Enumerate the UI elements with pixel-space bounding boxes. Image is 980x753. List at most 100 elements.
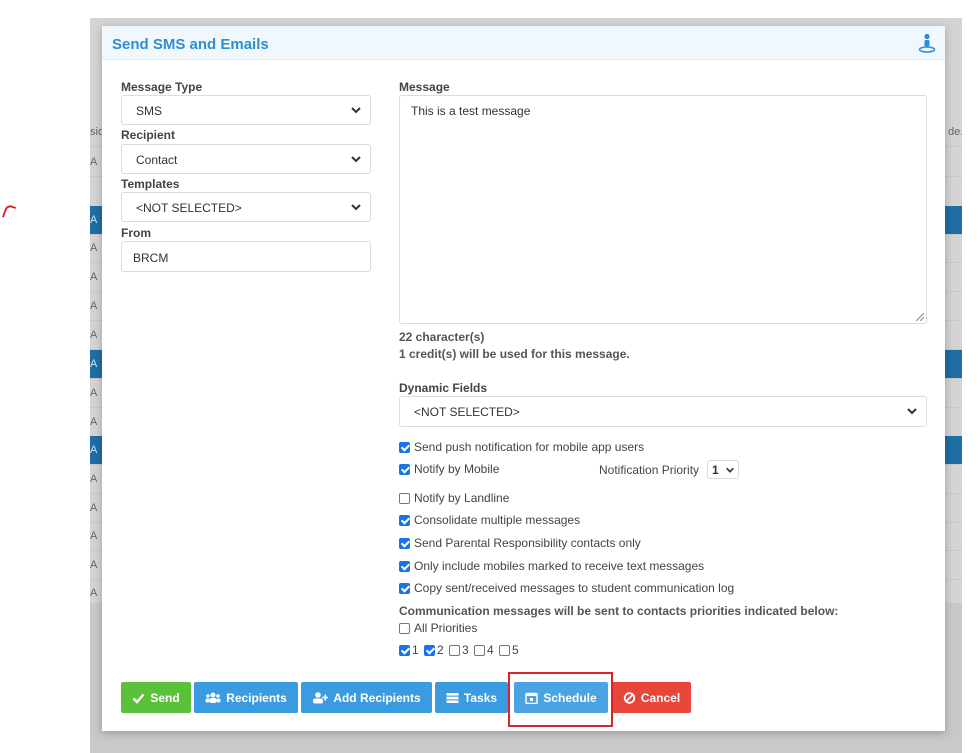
- modal-header: Send SMS and Emails: [102, 26, 945, 60]
- option-label: Send Parental Responsibility contacts on…: [414, 536, 641, 550]
- checkbox[interactable]: [399, 560, 410, 572]
- templates-select[interactable]: <NOT SELECTED>: [121, 192, 371, 222]
- recipient-value: Contact: [136, 153, 178, 167]
- send-button-label: Send: [150, 690, 180, 705]
- notification-priority-label: Notification Priority: [599, 463, 700, 477]
- checkbox[interactable]: [399, 644, 410, 656]
- message-type-label: Message Type: [121, 80, 203, 94]
- checkbox[interactable]: [399, 537, 410, 549]
- character-count: 22 character(s): [399, 330, 485, 344]
- send-button[interactable]: Send: [121, 682, 191, 713]
- chevron-down-icon: [726, 467, 734, 473]
- all-priorities-option[interactable]: All Priorities: [399, 621, 477, 635]
- recipient-select[interactable]: Contact: [121, 144, 371, 174]
- notification-priority-select[interactable]: 1: [707, 460, 739, 479]
- tasks-button[interactable]: Tasks: [435, 682, 508, 713]
- priority-option-5[interactable]: 5: [499, 643, 519, 657]
- option-notify-landline[interactable]: Notify by Landline: [399, 491, 509, 505]
- checkbox[interactable]: [424, 644, 435, 656]
- communication-priorities-label: Communication messages will be sent to c…: [399, 604, 839, 618]
- priority-option-3[interactable]: 3: [449, 643, 469, 657]
- add-recipients-button[interactable]: Add Recipients: [301, 682, 432, 713]
- priority-label: 5: [512, 643, 519, 657]
- option-label: Consolidate multiple messages: [414, 513, 581, 527]
- option-label: Send push notification for mobile app us…: [414, 440, 645, 454]
- message-type-value: SMS: [136, 104, 163, 118]
- checkbox[interactable]: [474, 644, 485, 656]
- notification-priority-value: 1: [712, 463, 719, 477]
- resize-handle-icon[interactable]: [916, 313, 924, 321]
- option-mobiles-only[interactable]: Only include mobiles marked to receive t…: [399, 559, 704, 573]
- checkbox[interactable]: [399, 582, 410, 594]
- background-header-right: de..: [948, 126, 962, 138]
- option-parental-responsibility[interactable]: Send Parental Responsibility contacts on…: [399, 536, 641, 550]
- checkbox[interactable]: [449, 644, 460, 656]
- priority-option-1[interactable]: 1: [399, 643, 419, 657]
- send-sms-modal: Send SMS and Emails Message Type SMS Rec…: [102, 26, 945, 731]
- priority-option-2[interactable]: 2: [424, 643, 444, 657]
- credit-info: 1 credit(s) will be used for this messag…: [399, 347, 630, 361]
- recipient-label: Recipient: [121, 128, 176, 142]
- add-recipients-button-label: Add Recipients: [333, 690, 421, 705]
- priority-label: 3: [462, 643, 469, 657]
- background-cell: A: [90, 530, 98, 542]
- from-label: From: [121, 226, 151, 240]
- users-icon: [205, 692, 221, 703]
- checkbox[interactable]: [399, 441, 410, 453]
- cancel-button[interactable]: Cancel: [612, 682, 691, 713]
- option-label: Notify by Mobile: [414, 462, 500, 476]
- background-cell: A: [90, 242, 98, 254]
- ban-icon: [623, 691, 636, 704]
- checkbox[interactable]: [399, 514, 410, 526]
- checkbox[interactable]: [499, 644, 510, 656]
- option-label: Notify by Landline: [414, 491, 510, 505]
- dynamic-fields-label: Dynamic Fields: [399, 381, 488, 395]
- background-cell: A: [90, 329, 98, 341]
- templates-label: Templates: [121, 177, 180, 191]
- option-copy-log[interactable]: Copy sent/received messages to student c…: [399, 581, 734, 595]
- background-cell: A: [90, 156, 98, 168]
- background-cell: A: [90, 473, 98, 485]
- priority-label: 1: [412, 643, 419, 657]
- tasks-button-label: Tasks: [463, 690, 498, 705]
- from-input[interactable]: BRCM: [121, 241, 371, 272]
- recipients-button-label: Recipients: [226, 690, 287, 705]
- option-push-notification[interactable]: Send push notification for mobile app us…: [399, 440, 644, 454]
- user-plus-icon: [313, 691, 329, 703]
- background-cell: A: [90, 416, 98, 428]
- background-cell: A: [90, 214, 98, 226]
- person-help-icon[interactable]: [918, 33, 936, 53]
- background-cell: A: [90, 358, 98, 370]
- priority-label: 4: [487, 643, 494, 657]
- checkbox[interactable]: [399, 463, 410, 475]
- chevron-down-icon: [351, 156, 361, 163]
- priority-label: 2: [437, 643, 444, 657]
- option-consolidate[interactable]: Consolidate multiple messages: [399, 513, 580, 527]
- cancel-button-label: Cancel: [640, 690, 681, 705]
- check-icon: [132, 693, 145, 704]
- message-type-select[interactable]: SMS: [121, 95, 371, 125]
- dynamic-fields-select[interactable]: <NOT SELECTED>: [399, 396, 927, 427]
- priority-option-4[interactable]: 4: [474, 643, 494, 657]
- checkbox[interactable]: [399, 622, 410, 634]
- chevron-down-icon: [351, 107, 361, 114]
- schedule-highlight: [508, 672, 613, 727]
- background-cell: A: [90, 502, 98, 514]
- option-notify-mobile[interactable]: Notify by Mobile: [399, 462, 499, 476]
- recipients-button[interactable]: Recipients: [194, 682, 298, 713]
- background-cell: A: [90, 387, 98, 399]
- message-textarea[interactable]: This is a test message: [399, 95, 927, 324]
- templates-value: <NOT SELECTED>: [136, 201, 242, 215]
- annotation-mark: [1, 203, 17, 221]
- background-cell: A: [90, 444, 98, 456]
- chevron-down-icon: [351, 204, 361, 211]
- tasks-icon: [446, 692, 459, 703]
- modal-title: Send SMS and Emails: [112, 36, 269, 53]
- dynamic-fields-value: <NOT SELECTED>: [414, 405, 520, 419]
- message-value: This is a test message: [411, 104, 531, 118]
- background-cell: A: [90, 300, 98, 312]
- option-label: Copy sent/received messages to student c…: [414, 581, 735, 595]
- checkbox[interactable]: [399, 492, 410, 504]
- chevron-down-icon: [907, 408, 917, 415]
- option-label: Only include mobiles marked to receive t…: [414, 559, 705, 573]
